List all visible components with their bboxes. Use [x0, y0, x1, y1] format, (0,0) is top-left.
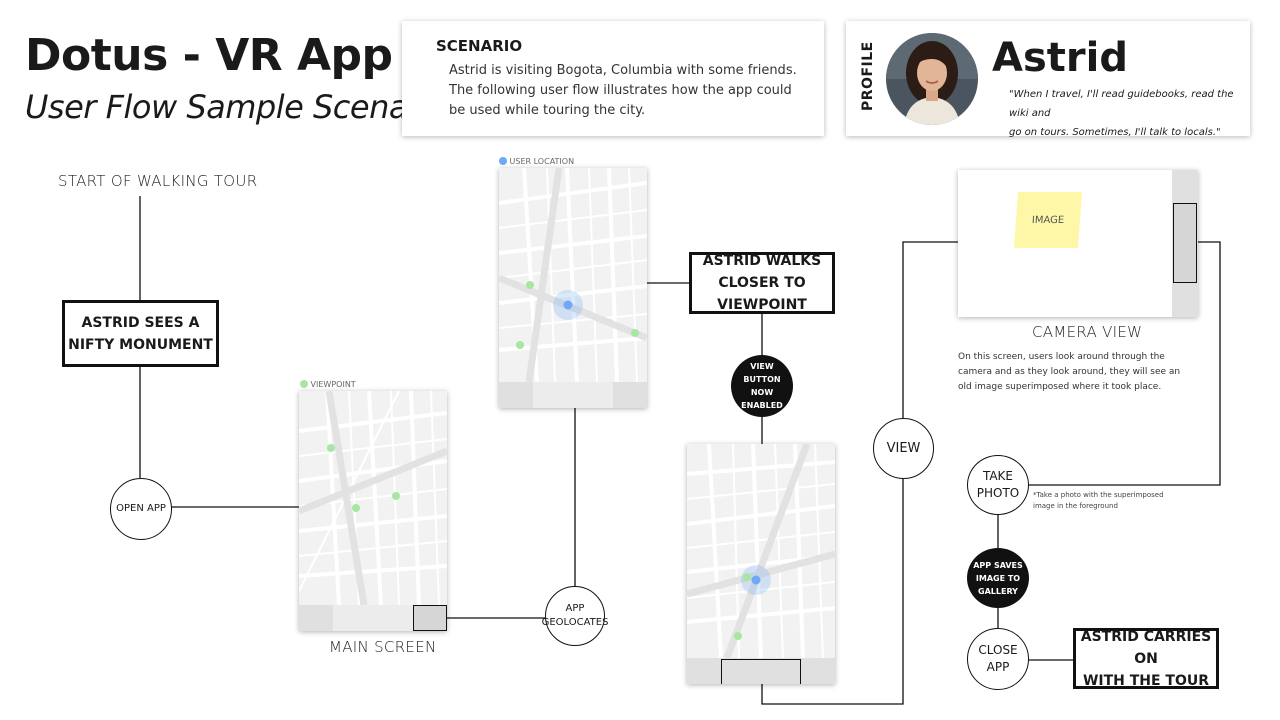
view-label: VIEW: [886, 440, 921, 456]
sees-monument-line: NIFTY MONUMENT: [68, 336, 213, 353]
saves-gallery-node: APP SAVES IMAGE TO GALLERY: [967, 548, 1029, 608]
shutter-button[interactable]: [1173, 203, 1197, 283]
view-enabled-line: BUTTON NOW: [743, 375, 781, 397]
geolocates-line: GEOLOCATES: [541, 617, 609, 628]
page-subtitle: User Flow Sample Scenario: [25, 88, 449, 126]
near-viewpoint-phone: [687, 444, 835, 684]
scenario-text: Astrid is visiting Bogota, Columbia with…: [449, 61, 819, 121]
open-app-label: OPEN APP: [116, 503, 166, 514]
saves-gallery-line: IMAGE TO: [975, 573, 1021, 583]
walks-closer-node: ASTRID WALKS CLOSER TO VIEWPOINT: [689, 252, 835, 314]
photo-footnote-line: image in the foreground: [1033, 502, 1118, 510]
camera-note-line: camera and as they look around, they wil…: [958, 367, 1181, 377]
view-node: VIEW: [873, 418, 934, 479]
profile-name: Astrid: [992, 35, 1128, 81]
profile-quote: "When I travel, I'll read guidebooks, re…: [1009, 85, 1247, 142]
camera-view-note: On this screen, users look around throug…: [958, 350, 1188, 395]
carries-on-line: WITH THE TOUR: [1082, 672, 1210, 689]
page-title: Dotus - VR App: [25, 30, 393, 81]
profile-quote-line: go on tours. Sometimes, I'll talk to loc…: [1009, 127, 1221, 138]
view-enabled-line: VIEW: [750, 362, 774, 371]
user-location-legend: USER LOCATION: [499, 157, 574, 166]
map-icon: [299, 391, 447, 606]
camera-note-line: old image superimposed where it took pla…: [958, 382, 1162, 392]
view-enabled-node: VIEW BUTTON NOW ENABLED: [731, 355, 793, 417]
take-photo-line: TAKE: [982, 469, 1014, 483]
geolocated-phone: [499, 168, 647, 408]
geolocated-tab[interactable]: [533, 382, 613, 408]
photo-footnote-line: *Take a photo with the superimposed: [1033, 491, 1164, 499]
take-photo-node: TAKE PHOTO: [967, 455, 1029, 515]
camera-view-screen: IMAGE: [958, 170, 1198, 317]
main-screen-tab[interactable]: [333, 605, 413, 631]
user-location-dot-icon: [499, 157, 507, 165]
near-viewpoint-bottom-bar: [687, 658, 835, 684]
main-screen-phone: [299, 391, 447, 631]
view-button-enabled[interactable]: [721, 659, 801, 684]
open-app-node: OPEN APP: [110, 478, 172, 540]
geolocates-line: APP: [565, 603, 585, 614]
map-icon: [499, 168, 647, 383]
close-app-line: CLOSE: [978, 643, 1018, 657]
geolocates-node: APP GEOLOCATES: [542, 586, 608, 646]
image-label: IMAGE: [1031, 214, 1065, 226]
main-screen-bottom-bar: [299, 605, 447, 631]
carries-on-node: ASTRID CARRIES ON WITH THE TOUR: [1073, 628, 1219, 689]
profile-quote-line: "When I travel, I'll read guidebooks, re…: [1009, 89, 1234, 119]
camera-side-bar: [1172, 170, 1198, 317]
close-app-line: APP: [986, 660, 1010, 674]
viewpoint-legend-label: VIEWPOINT: [310, 380, 356, 389]
saves-gallery-line: GALLERY: [978, 586, 1018, 596]
carries-on-line: ASTRID CARRIES ON: [1080, 628, 1212, 667]
walks-closer-line: CLOSER TO VIEWPOINT: [717, 275, 807, 313]
profile-label: PROFILE: [860, 41, 876, 111]
geolocated-bottom-bar: [499, 382, 647, 408]
start-of-walking-tour: START OF WALKING TOUR: [58, 172, 258, 190]
view-button[interactable]: [413, 605, 447, 631]
sees-monument-line: ASTRID SEES A: [81, 314, 200, 331]
saves-gallery-line: APP SAVES: [973, 560, 1023, 570]
main-screen-label: MAIN SCREEN: [329, 638, 437, 656]
close-app-node: CLOSE APP: [967, 628, 1029, 690]
camera-note-line: On this screen, users look around throug…: [958, 352, 1165, 362]
user-location-legend-label: USER LOCATION: [509, 157, 575, 166]
scenario-heading: SCENARIO: [436, 37, 523, 55]
profile-avatar: [886, 33, 978, 125]
camera-view-label: CAMERA VIEW: [1032, 323, 1143, 341]
map-icon: [687, 444, 835, 660]
scenario-line: The following user flow illustrates how …: [449, 83, 792, 98]
view-enabled-line: ENABLED: [741, 401, 783, 410]
walks-closer-line: ASTRID WALKS: [702, 253, 822, 269]
scenario-card: SCENARIO Astrid is visiting Bogota, Colu…: [402, 21, 824, 136]
take-photo-line: PHOTO: [976, 486, 1020, 500]
viewpoint-dot-icon: [300, 380, 308, 388]
photo-footnote: *Take a photo with the superimposed imag…: [1033, 490, 1213, 512]
viewpoint-legend: VIEWPOINT: [300, 380, 356, 389]
scenario-line: be used while touring the city.: [449, 103, 646, 118]
profile-card: PROFILE Astrid "When I travel, I'll read…: [846, 21, 1250, 138]
scenario-line: Astrid is visiting Bogota, Columbia with…: [449, 63, 797, 78]
superimposed-image: IMAGE: [1014, 192, 1082, 248]
sees-monument-node: ASTRID SEES A NIFTY MONUMENT: [62, 300, 219, 367]
